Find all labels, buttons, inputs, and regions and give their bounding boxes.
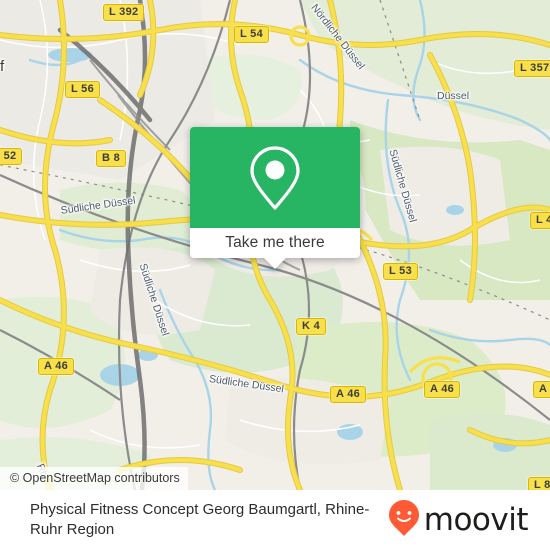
road-shield: K 4	[296, 318, 327, 335]
road-shield: B 52	[0, 148, 23, 165]
map-canvas[interactable]: f Nördliche Düssel Düssel Südliche Düsse…	[0, 0, 550, 490]
moovit-logo[interactable]: moovit	[388, 499, 550, 542]
map-label: Düssel	[437, 90, 470, 102]
road-shield: L 4	[530, 212, 550, 229]
callout-action-area[interactable]: Take me there	[190, 228, 360, 269]
road-shield: A 46	[424, 381, 461, 398]
road-shield: L 357	[514, 60, 550, 77]
screenshot-root: f Nördliche Düssel Düssel Südliche Düsse…	[0, 0, 550, 550]
road-shield: A 46	[38, 358, 75, 375]
map-label: f	[0, 58, 5, 75]
road-shield: A 46	[330, 386, 367, 403]
road-shield: L 53	[383, 263, 419, 280]
road-shield: L 85	[528, 477, 550, 490]
road-shield: A 4	[533, 381, 550, 398]
take-me-there-callout[interactable]: Take me there	[190, 127, 360, 269]
moovit-wordmark: moovit	[423, 501, 529, 538]
map-attribution[interactable]: © OpenStreetMap contributors	[0, 467, 188, 490]
map-pin-icon	[247, 144, 303, 212]
place-title: Physical Fitness Concept Georg Baumgartl…	[30, 501, 370, 538]
road-shield: L 54	[234, 26, 270, 43]
callout-icon-area	[190, 127, 360, 228]
moovit-pin-smile-icon	[388, 499, 420, 542]
callout-pointer	[264, 258, 286, 269]
road-shield: L 56	[65, 81, 101, 98]
road-shield: L 392	[103, 4, 145, 21]
take-me-there-label: Take me there	[225, 234, 325, 251]
footer-bar: Physical Fitness Concept Georg Baumgartl…	[0, 490, 550, 550]
road-shield: B 8	[96, 150, 127, 167]
